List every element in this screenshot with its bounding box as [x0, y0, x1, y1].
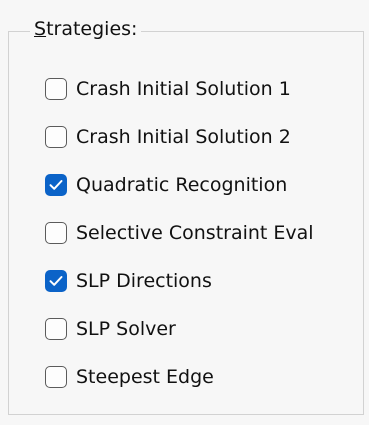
checkmark-icon [49, 276, 63, 286]
checkbox-label[interactable]: SLP Solver [76, 317, 176, 341]
strategies-title-mnemonic: S [34, 18, 47, 40]
checkbox-box[interactable] [45, 270, 67, 292]
checkbox-label[interactable]: SLP Directions [76, 269, 212, 293]
checkbox-crash-initial-solution-1[interactable]: Crash Initial Solution 1 [45, 65, 361, 113]
checkbox-label[interactable]: Crash Initial Solution 2 [76, 125, 291, 149]
strategies-title-text: trategies: [46, 18, 138, 40]
checkbox-steepest-edge[interactable]: Steepest Edge [45, 353, 361, 401]
checkmark-icon [49, 180, 63, 190]
checkbox-label[interactable]: Selective Constraint Eval [76, 221, 314, 245]
strategies-checkbox-list: Crash Initial Solution 1 Crash Initial S… [45, 65, 361, 401]
checkbox-label[interactable]: Quadratic Recognition [76, 173, 287, 197]
checkbox-selective-constraint-eval[interactable]: Selective Constraint Eval [45, 209, 361, 257]
checkbox-box[interactable] [45, 222, 67, 244]
checkbox-slp-directions[interactable]: SLP Directions [45, 257, 361, 305]
checkbox-box[interactable] [45, 174, 67, 196]
checkbox-box[interactable] [45, 78, 67, 100]
checkbox-box[interactable] [45, 366, 67, 388]
checkbox-box[interactable] [45, 318, 67, 340]
checkbox-slp-solver[interactable]: SLP Solver [45, 305, 361, 353]
checkbox-quadratic-recognition[interactable]: Quadratic Recognition [45, 161, 361, 209]
checkbox-label[interactable]: Crash Initial Solution 1 [76, 77, 291, 101]
checkbox-label[interactable]: Steepest Edge [76, 365, 214, 389]
checkbox-crash-initial-solution-2[interactable]: Crash Initial Solution 2 [45, 113, 361, 161]
strategies-groupbox-title: Strategies: [30, 16, 142, 42]
checkbox-box[interactable] [45, 126, 67, 148]
